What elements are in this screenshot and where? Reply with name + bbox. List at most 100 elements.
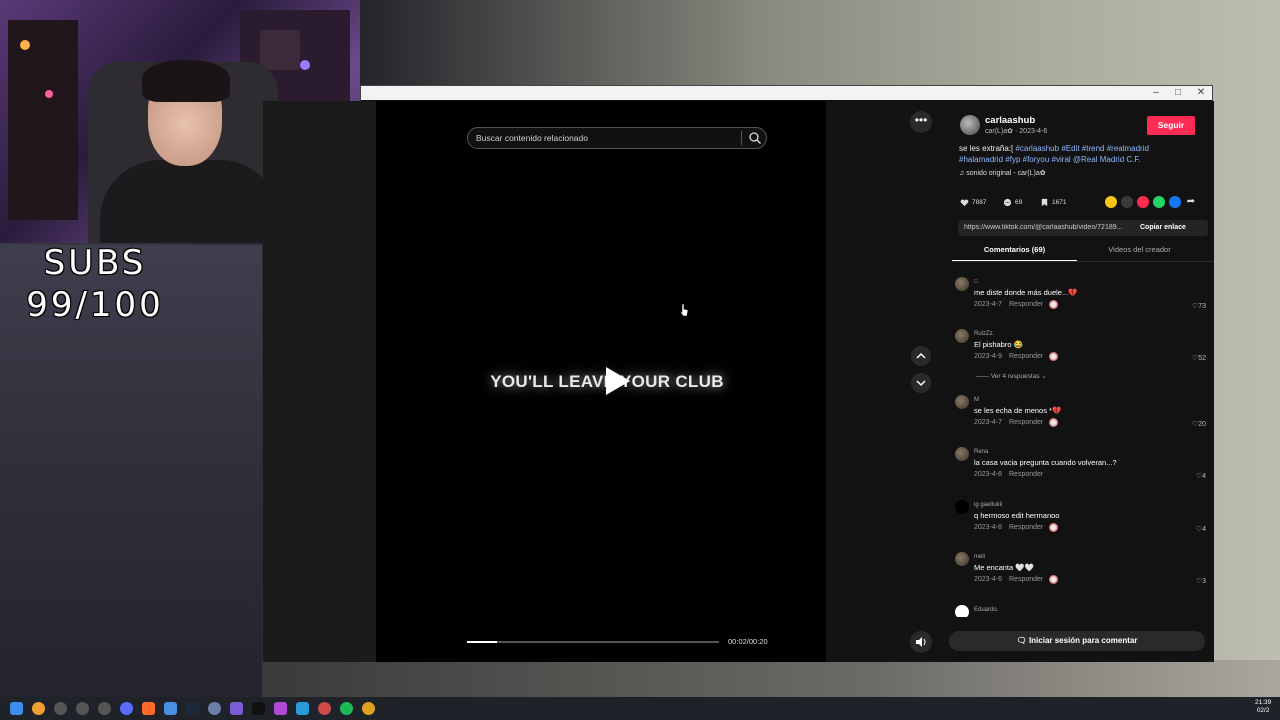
coin-icon[interactable] bbox=[1105, 196, 1117, 208]
maximize-icon[interactable]: □ bbox=[1167, 86, 1189, 100]
comment-avatar[interactable] bbox=[955, 277, 969, 291]
comment-username[interactable]: Rena bbox=[974, 449, 988, 455]
search-icon[interactable] bbox=[748, 131, 762, 145]
comment-avatar[interactable] bbox=[955, 552, 969, 566]
hashtag[interactable]: #carlaashub bbox=[1015, 144, 1059, 153]
next-video-button[interactable] bbox=[911, 373, 931, 393]
reply-button[interactable]: Responder bbox=[1009, 576, 1043, 583]
comment-text: me diste donde más duele...💔 bbox=[974, 288, 1078, 297]
comment-icon bbox=[1003, 198, 1012, 206]
windows-start-icon[interactable] bbox=[10, 702, 23, 715]
login-to-comment-button[interactable]: 🗨 Iniciar sesión para comentar bbox=[949, 631, 1205, 651]
comment-avatar[interactable] bbox=[955, 447, 969, 461]
hashtag[interactable]: #fyp bbox=[1005, 155, 1020, 164]
comment-username[interactable]: RulzZz. bbox=[974, 331, 994, 337]
hashtag[interactable]: #halamadrid bbox=[959, 155, 1003, 164]
author-handle: car(L)a✿ bbox=[985, 128, 1014, 135]
tab-creator-videos[interactable]: Videos del creador bbox=[1077, 245, 1202, 261]
close-icon[interactable]: ✕ bbox=[1190, 86, 1212, 100]
hashtag[interactable]: #viral bbox=[1052, 155, 1071, 164]
mention[interactable]: @Real Madrid C.F. bbox=[1073, 155, 1141, 164]
hashtag[interactable]: #realmadrid bbox=[1107, 144, 1149, 153]
comment-like-count: 73 bbox=[1198, 303, 1206, 310]
comment-item: meli Me encanta 🤍🤍 2023-4-6 Responder ♡3 bbox=[952, 537, 1214, 587]
window-left-backdrop bbox=[263, 101, 376, 662]
comment-username[interactable]: □ bbox=[974, 279, 978, 285]
share-arrow-icon[interactable]: ➦ bbox=[1185, 196, 1197, 208]
app-icon[interactable] bbox=[98, 702, 111, 715]
follow-button[interactable]: Seguir bbox=[1147, 116, 1195, 135]
comment-stat[interactable]: 69 bbox=[1003, 197, 1022, 209]
like-count: 7887 bbox=[972, 199, 987, 206]
comment-avatar[interactable] bbox=[955, 500, 969, 514]
view-replies-label: Ver 4 respuestas bbox=[990, 373, 1040, 380]
send-icon[interactable] bbox=[1137, 196, 1149, 208]
comment-likes[interactable]: ♡4 bbox=[1196, 525, 1206, 533]
comment-username[interactable]: M bbox=[974, 397, 979, 403]
comment-like-count: 3 bbox=[1202, 578, 1206, 585]
heart-icon bbox=[960, 199, 969, 206]
reply-button[interactable]: Responder bbox=[1009, 419, 1043, 426]
embed-icon[interactable] bbox=[1121, 196, 1133, 208]
like-stat[interactable]: 7887 bbox=[960, 197, 986, 209]
comment-likes[interactable]: ♡3 bbox=[1196, 577, 1206, 585]
app-icon[interactable] bbox=[120, 702, 133, 715]
app-icon[interactable] bbox=[54, 702, 67, 715]
creator-liked-icon bbox=[1049, 575, 1058, 584]
app-icon[interactable] bbox=[76, 702, 89, 715]
reply-button[interactable]: Responder bbox=[1009, 524, 1043, 531]
comment-avatar[interactable] bbox=[955, 395, 969, 409]
comment-avatar[interactable] bbox=[955, 605, 969, 617]
comment-likes[interactable]: ♡73 bbox=[1192, 302, 1206, 310]
steam-icon[interactable] bbox=[186, 702, 199, 715]
save-stat[interactable]: 1671 bbox=[1040, 197, 1066, 209]
comment-avatar[interactable] bbox=[955, 329, 969, 343]
video-progress-bar[interactable] bbox=[467, 641, 719, 643]
clock-date: 02/2 bbox=[1256, 707, 1270, 714]
app-icon[interactable] bbox=[318, 702, 331, 715]
video-url[interactable]: https://www.tiktok.com/@carlaashub/video… bbox=[964, 224, 1134, 231]
comment-text: q hermoso edit hermanoo bbox=[974, 511, 1060, 520]
search-input[interactable]: Buscar contenido relacionado bbox=[467, 127, 767, 149]
reply-button[interactable]: Responder bbox=[1009, 471, 1043, 478]
whatsapp-icon[interactable] bbox=[1153, 196, 1165, 208]
app-icon[interactable] bbox=[274, 702, 287, 715]
app-icon[interactable] bbox=[230, 702, 243, 715]
spotify-icon[interactable] bbox=[340, 702, 353, 715]
search-icon[interactable] bbox=[32, 702, 45, 715]
view-replies-button[interactable]: —— Ver 4 respuestas ⌄ bbox=[976, 372, 1047, 380]
app-icon[interactable] bbox=[164, 702, 177, 715]
app-icon[interactable] bbox=[296, 702, 309, 715]
more-options-button[interactable]: ••• bbox=[910, 111, 932, 133]
system-clock[interactable]: 21:39 02/2 bbox=[1255, 699, 1271, 715]
video-player[interactable]: Buscar contenido relacionado YOU'LL LEAV… bbox=[376, 101, 826, 662]
comment-username[interactable]: Eduardo. bbox=[974, 607, 998, 613]
chevron-down-icon bbox=[916, 380, 926, 387]
minimize-icon[interactable]: – bbox=[1145, 86, 1167, 100]
facebook-icon[interactable] bbox=[1169, 196, 1181, 208]
hashtag[interactable]: #trend bbox=[1082, 144, 1105, 153]
comment-username[interactable]: ig gaeltukii bbox=[974, 502, 1002, 508]
app-icon[interactable] bbox=[142, 702, 155, 715]
tiktok-icon[interactable] bbox=[252, 702, 265, 715]
comment-likes[interactable]: ♡52 bbox=[1192, 354, 1206, 362]
reply-button[interactable]: Responder bbox=[1009, 353, 1043, 360]
chrome-icon[interactable] bbox=[362, 702, 375, 715]
previous-video-button[interactable] bbox=[911, 346, 931, 366]
author-avatar[interactable] bbox=[960, 115, 980, 135]
hashtag[interactable]: #Edit bbox=[1061, 144, 1079, 153]
comment-likes[interactable]: ♡4 bbox=[1196, 472, 1206, 480]
copy-link-button[interactable]: Copiar enlace bbox=[1140, 224, 1186, 231]
comment-username[interactable]: meli bbox=[974, 554, 985, 560]
sound-link[interactable]: ♫ sonido original - car(L)a✿ bbox=[959, 169, 1046, 177]
comment-likes[interactable]: ♡20 bbox=[1192, 420, 1206, 428]
hashtag[interactable]: #foryou bbox=[1023, 155, 1050, 164]
creator-liked-icon bbox=[1049, 418, 1058, 427]
play-icon[interactable] bbox=[600, 365, 632, 397]
reply-button[interactable]: Responder bbox=[1009, 301, 1043, 308]
tab-comments[interactable]: Comentarios (69) bbox=[952, 245, 1077, 261]
volume-button[interactable] bbox=[910, 631, 932, 653]
app-icon[interactable] bbox=[208, 702, 221, 715]
comment-like-count: 4 bbox=[1202, 473, 1206, 480]
author-name[interactable]: carlaashub bbox=[985, 115, 1035, 126]
